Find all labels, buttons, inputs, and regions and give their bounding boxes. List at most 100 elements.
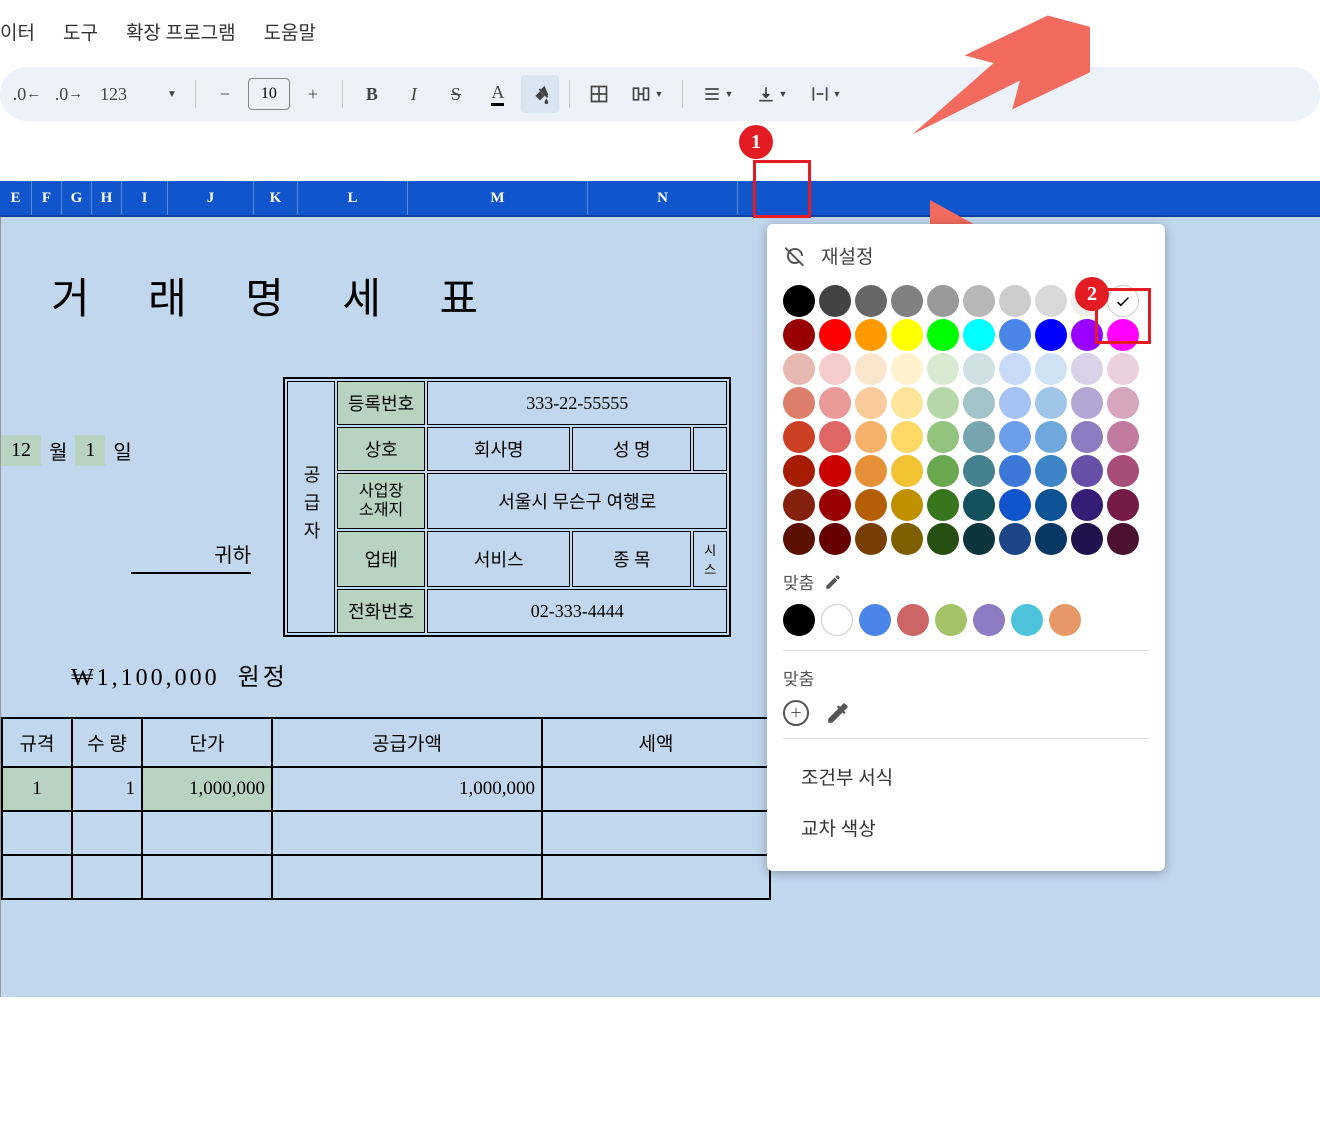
custom-color-swatch[interactable]	[973, 604, 1005, 636]
cell-unit[interactable]: 1,000,000	[142, 767, 272, 811]
color-swatch[interactable]	[855, 523, 887, 555]
color-swatch[interactable]	[783, 421, 815, 453]
color-swatch[interactable]	[927, 523, 959, 555]
conditional-format-link[interactable]: 조건부 서식	[783, 751, 1149, 802]
bold-button[interactable]: B	[353, 75, 391, 113]
custom-color-swatch[interactable]	[1049, 604, 1081, 636]
custom-color-swatch[interactable]	[821, 604, 853, 636]
color-swatch[interactable]	[783, 319, 815, 351]
menu-help[interactable]: 도움말	[264, 18, 316, 45]
color-swatch[interactable]	[891, 353, 923, 385]
column-header-F[interactable]: F	[32, 181, 62, 215]
menu-tools[interactable]: 도구	[63, 18, 98, 45]
color-swatch[interactable]	[855, 353, 887, 385]
color-swatch[interactable]	[891, 319, 923, 351]
item-value[interactable]: 시스	[693, 531, 727, 587]
color-swatch[interactable]	[1071, 387, 1103, 419]
color-swatch[interactable]	[819, 387, 851, 419]
color-swatch[interactable]	[819, 421, 851, 453]
date-day-cell[interactable]: 1	[75, 435, 105, 466]
color-swatch[interactable]	[1071, 523, 1103, 555]
biztype-value[interactable]: 서비스	[427, 531, 570, 587]
menu-data[interactable]: 이터	[0, 18, 35, 45]
reset-button[interactable]: 재설정	[783, 242, 1149, 269]
color-swatch[interactable]	[999, 353, 1031, 385]
color-swatch[interactable]	[855, 455, 887, 487]
color-swatch[interactable]	[891, 523, 923, 555]
table-row[interactable]	[2, 811, 770, 855]
color-swatch[interactable]	[963, 387, 995, 419]
color-swatch[interactable]	[927, 489, 959, 521]
font-size-input[interactable]: 10	[248, 78, 290, 110]
color-swatch[interactable]	[819, 319, 851, 351]
color-swatch[interactable]	[927, 353, 959, 385]
color-swatch[interactable]	[855, 421, 887, 453]
color-swatch[interactable]	[1035, 523, 1067, 555]
color-swatch[interactable]	[783, 489, 815, 521]
color-swatch[interactable]	[1071, 455, 1103, 487]
column-header-J[interactable]: J	[168, 181, 254, 215]
column-header-L[interactable]: L	[298, 181, 408, 215]
merge-cells-button[interactable]: ▼	[622, 75, 672, 113]
increase-decimal-button[interactable]: .0→	[50, 75, 88, 113]
font-size-decrease[interactable]: −	[206, 75, 244, 113]
color-swatch[interactable]	[855, 285, 887, 317]
color-swatch[interactable]	[1035, 353, 1067, 385]
color-swatch[interactable]	[1107, 353, 1139, 385]
column-header-H[interactable]: H	[92, 181, 122, 215]
color-swatch[interactable]	[1035, 455, 1067, 487]
color-swatch[interactable]	[1107, 523, 1139, 555]
italic-button[interactable]: I	[395, 75, 433, 113]
address-value[interactable]: 서울시 무슨구 여행로	[427, 473, 727, 529]
color-swatch[interactable]	[891, 489, 923, 521]
column-header-K[interactable]: K	[254, 181, 298, 215]
cell-qty[interactable]: 1	[72, 767, 142, 811]
color-swatch[interactable]	[1035, 489, 1067, 521]
color-swatch[interactable]	[963, 353, 995, 385]
color-swatch[interactable]	[819, 455, 851, 487]
pencil-icon[interactable]	[824, 573, 842, 591]
fill-color-button[interactable]	[521, 75, 559, 113]
company-value[interactable]: 회사명	[427, 427, 570, 471]
color-swatch[interactable]	[891, 455, 923, 487]
eyedropper-icon[interactable]	[825, 700, 851, 726]
decrease-decimal-button[interactable]: .0←	[8, 75, 46, 113]
cell-tax[interactable]	[542, 767, 770, 811]
color-swatch[interactable]	[783, 387, 815, 419]
color-swatch[interactable]	[963, 523, 995, 555]
cell-spec[interactable]: 1	[2, 767, 72, 811]
color-swatch[interactable]	[783, 285, 815, 317]
color-swatch[interactable]	[1107, 387, 1139, 419]
custom-color-swatch[interactable]	[897, 604, 929, 636]
color-swatch[interactable]	[927, 319, 959, 351]
color-swatch[interactable]	[1071, 421, 1103, 453]
color-swatch[interactable]	[999, 285, 1031, 317]
color-swatch[interactable]	[1035, 387, 1067, 419]
date-month-cell[interactable]: 12	[1, 435, 41, 466]
vertical-align-button[interactable]: ▼	[747, 75, 797, 113]
custom-color-swatch[interactable]	[859, 604, 891, 636]
color-swatch[interactable]	[999, 421, 1031, 453]
borders-button[interactable]	[580, 75, 618, 113]
menu-extensions[interactable]: 확장 프로그램	[126, 18, 236, 45]
color-swatch[interactable]	[1035, 421, 1067, 453]
color-swatch[interactable]	[819, 353, 851, 385]
color-swatch[interactable]	[927, 455, 959, 487]
color-swatch[interactable]	[855, 387, 887, 419]
color-swatch[interactable]	[819, 489, 851, 521]
color-swatch[interactable]	[963, 285, 995, 317]
color-swatch[interactable]	[999, 319, 1031, 351]
color-swatch[interactable]	[999, 523, 1031, 555]
color-swatch[interactable]	[999, 455, 1031, 487]
color-swatch[interactable]	[963, 455, 995, 487]
color-swatch[interactable]	[1071, 353, 1103, 385]
custom-color-swatch[interactable]	[1011, 604, 1043, 636]
color-swatch[interactable]	[783, 455, 815, 487]
table-row[interactable]	[2, 855, 770, 899]
name-value[interactable]	[693, 427, 727, 471]
strikethrough-button[interactable]: S	[437, 75, 475, 113]
column-header-N[interactable]: N	[588, 181, 738, 215]
color-swatch[interactable]	[963, 421, 995, 453]
color-swatch[interactable]	[963, 489, 995, 521]
font-size-increase[interactable]: +	[294, 75, 332, 113]
